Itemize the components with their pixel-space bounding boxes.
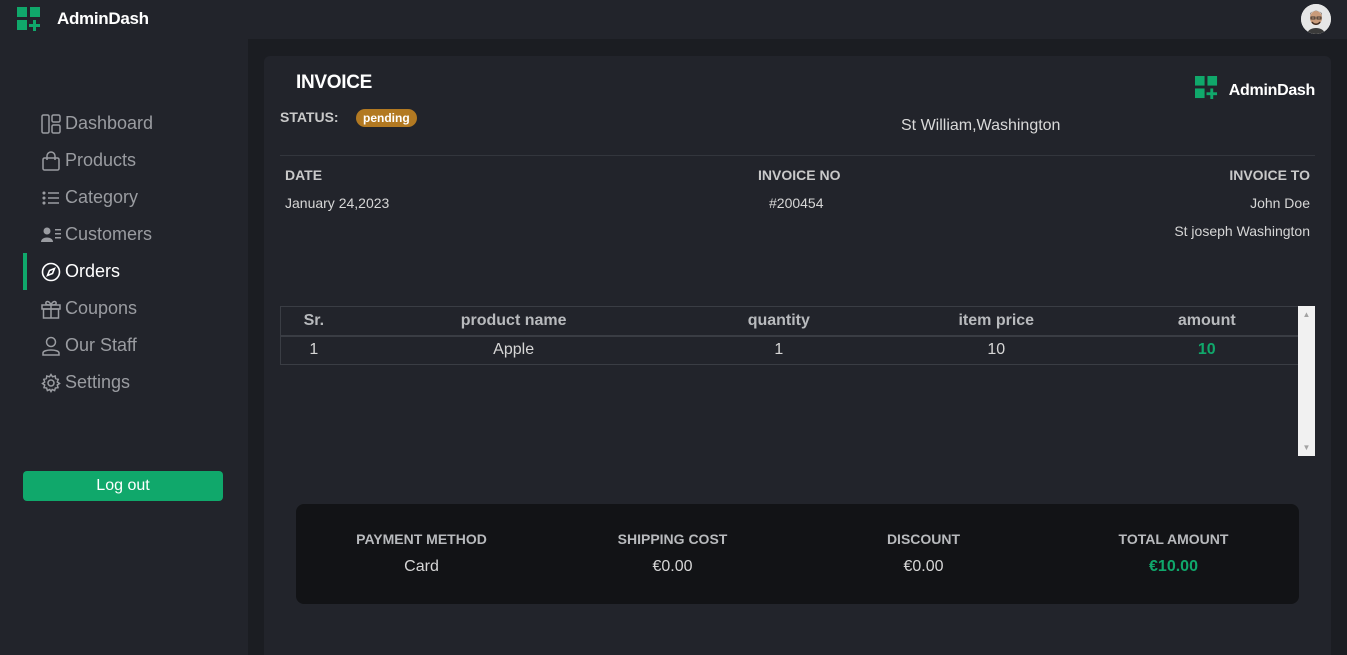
gear-icon: [41, 372, 61, 393]
shipping-cost-value: €0.00: [652, 558, 693, 575]
dashboard-icon: [41, 113, 61, 134]
shipping-cost-header: SHIPPING COST: [617, 531, 728, 547]
payment-method-value: Card: [404, 558, 439, 575]
status-label: STATUS:: [280, 109, 339, 125]
column-header-quantity: quantity: [680, 306, 877, 337]
shopping-bag-icon: [42, 150, 60, 171]
sidebar-item-label: Products: [65, 150, 137, 170]
table-row: 1 Apple 1 10 10: [279, 335, 1298, 365]
company-address: St William,Washington: [901, 117, 1061, 134]
cell-product-name: Apple: [346, 335, 681, 365]
column-header-product-name: product name: [346, 306, 681, 337]
discount-header: DISCOUNT: [886, 531, 961, 547]
table-scrollbar[interactable]: ▲ ▼: [1298, 306, 1315, 456]
compass-icon: [41, 262, 61, 281]
date-header: DATE: [285, 167, 323, 183]
column-header-item-price: item price: [876, 306, 1116, 337]
invoice-no-value: #200454: [769, 195, 824, 211]
sidebar-item-orders[interactable]: Orders: [23, 253, 248, 290]
sidebar-item-label: Dashboard: [65, 113, 154, 133]
brand[interactable]: AdminDash: [17, 7, 149, 31]
logo-icon: [1194, 75, 1217, 99]
sidebar-item-coupons[interactable]: Coupons: [23, 290, 248, 327]
avatar[interactable]: [1301, 4, 1331, 34]
invoice-panel: INVOICE STATUS: pending AdminDash St Wil…: [264, 56, 1331, 655]
date-value: January 24,2023: [285, 195, 390, 211]
sidebar-item-dashboard[interactable]: Dashboard: [23, 105, 248, 142]
logo-icon: [17, 7, 40, 31]
column-header-sr: Sr.: [279, 306, 347, 337]
total-amount-header: TOTAL AMOUNT: [1118, 531, 1229, 547]
customers-icon: [41, 227, 61, 242]
total-amount-value: €10.00: [1149, 558, 1198, 575]
invoice-title: INVOICE: [296, 72, 373, 93]
sidebar-item-products[interactable]: Products: [23, 142, 248, 179]
sidebar-item-settings[interactable]: Settings: [23, 364, 248, 401]
invoice-to-address: St joseph Washington: [1174, 223, 1310, 239]
table-header-row: Sr. product name quantity item price amo…: [279, 306, 1298, 337]
sidebar-item-our-staff[interactable]: Our Staff: [23, 327, 248, 364]
invoice-to-header: INVOICE TO: [1229, 167, 1310, 183]
sidebar-item-customers[interactable]: Customers: [23, 216, 248, 253]
gift-icon: [41, 300, 61, 319]
cell-amount: 10: [1115, 335, 1298, 365]
cell-item-price: 10: [876, 335, 1116, 365]
invoice-brand: AdminDash: [1194, 74, 1316, 100]
scroll-up-arrow-icon[interactable]: ▲: [1298, 306, 1315, 323]
scroll-down-arrow-icon[interactable]: ▼: [1298, 439, 1315, 456]
items-table-container: Sr. product name quantity item price amo…: [279, 306, 1315, 456]
invoice-no-header: INVOICE NO: [758, 167, 841, 183]
user-icon: [42, 336, 60, 356]
sidebar-item-label: Customers: [65, 224, 153, 244]
list-icon: [42, 190, 59, 205]
app-name: AdminDash: [57, 9, 149, 28]
cell-quantity: 1: [680, 335, 877, 365]
column-header-amount: amount: [1115, 306, 1298, 337]
sidebar-item-category[interactable]: Category: [23, 179, 248, 216]
avatar-icon: [1301, 4, 1331, 34]
sidebar: Dashboard Products Category Customers Or…: [0, 39, 248, 655]
cell-sr: 1: [279, 335, 347, 365]
sidebar-item-label: Orders: [65, 261, 121, 281]
discount-value: €0.00: [903, 558, 944, 575]
payment-summary: PAYMENT METHOD Card SHIPPING COST €0.00 …: [296, 504, 1299, 604]
items-table: Sr. product name quantity item price amo…: [279, 306, 1298, 365]
top-bar: AdminDash: [0, 0, 1347, 39]
status-badge: pending: [356, 109, 417, 127]
sidebar-item-label: Coupons: [65, 298, 138, 318]
sidebar-item-label: Our Staff: [65, 335, 137, 355]
divider: [280, 155, 1315, 156]
payment-method-header: PAYMENT METHOD: [356, 531, 487, 547]
invoice-to-name: John Doe: [1250, 195, 1310, 211]
sidebar-item-label: Category: [65, 187, 139, 207]
invoice-brand-name: AdminDash: [1228, 82, 1316, 99]
sidebar-item-label: Settings: [65, 372, 131, 392]
logout-button[interactable]: Log out: [23, 471, 223, 501]
